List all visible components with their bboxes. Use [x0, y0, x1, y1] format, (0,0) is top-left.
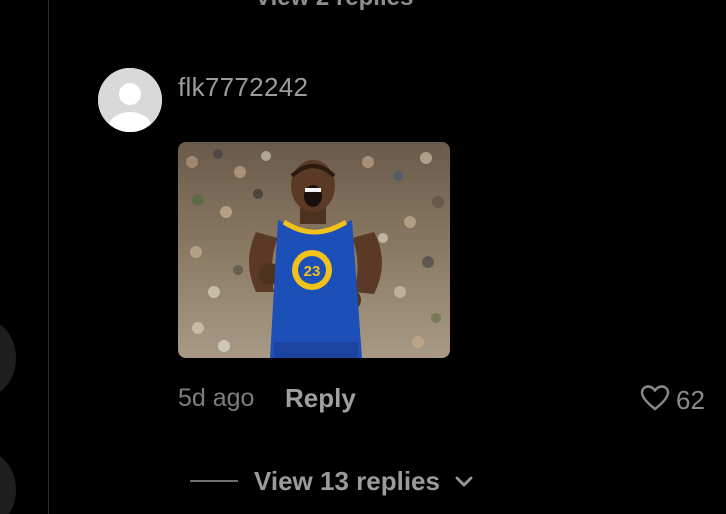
default-user-avatar-icon[interactable] — [98, 68, 162, 132]
view-replies-button[interactable]: View 13 replies — [190, 462, 474, 500]
view-parent-replies-link[interactable]: View 2 replies — [255, 0, 413, 12]
like-count: 62 — [676, 384, 705, 415]
replies-divider-line — [190, 480, 238, 482]
reply-button[interactable]: Reply — [285, 383, 356, 414]
chevron-down-icon[interactable] — [454, 474, 474, 488]
partial-avatar-above[interactable] — [0, 320, 16, 396]
comment-thread-view: View 2 replies flk7772242 — [0, 0, 726, 514]
heart-outline-icon[interactable] — [640, 384, 670, 417]
thread-divider-line — [48, 0, 49, 514]
view-replies-label[interactable]: View 13 replies — [254, 466, 440, 497]
comment-image[interactable]: 23 — [178, 142, 450, 358]
jersey-number: 23 — [304, 263, 321, 280]
comment-username[interactable]: flk7772242 — [178, 72, 308, 103]
partial-avatar-below[interactable] — [0, 452, 16, 514]
comment-timestamp: 5d ago — [178, 384, 255, 412]
like-button[interactable]: 62 — [640, 383, 705, 417]
